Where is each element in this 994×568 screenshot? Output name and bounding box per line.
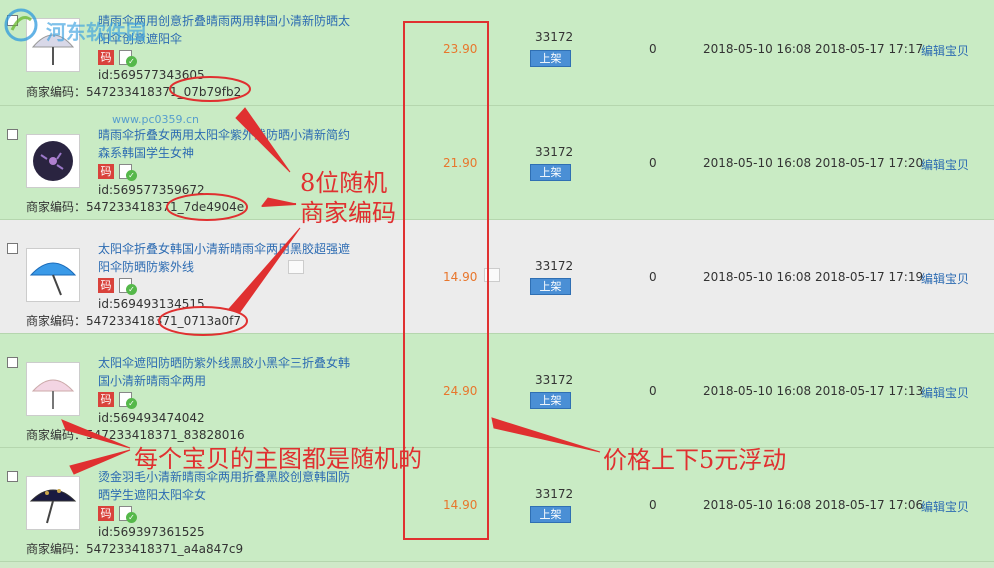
code-highlight-ellipse <box>169 76 251 102</box>
annotation-overlay <box>61 21 601 540</box>
annotation-arrows <box>61 107 601 475</box>
annotation-price-float: 价格上下5元浮动 <box>603 446 787 474</box>
annotation-random-code: 8位随机 商家编码 <box>300 169 396 227</box>
code-highlight-ellipse <box>166 193 248 221</box>
annotation-random-image: 每个宝贝的主图都是随机的 <box>134 445 422 473</box>
